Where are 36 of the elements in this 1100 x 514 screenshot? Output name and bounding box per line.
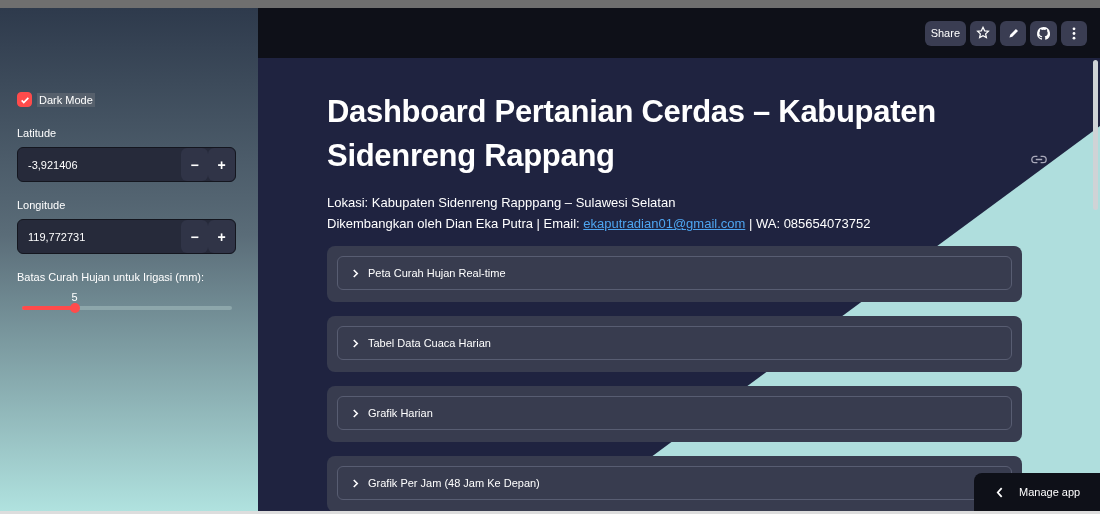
field-label: Longitude	[17, 199, 67, 211]
chevron-icon	[352, 408, 359, 418]
chevron-icon	[352, 268, 359, 278]
chevron-icon	[352, 478, 359, 488]
star-button[interactable]	[970, 20, 996, 46]
chevron-left-icon	[996, 486, 1003, 498]
expander-header[interactable]: Grafik Per Jam (48 Jam Ke Depan)	[337, 466, 1012, 500]
expander-header[interactable]: Grafik Harian	[337, 396, 1012, 430]
expander-label: Grafik Per Jam (48 Jam Ke Depan)	[368, 477, 540, 489]
link-icon[interactable]	[1031, 155, 1047, 164]
expander-header[interactable]: Tabel Data Cuaca Harian	[337, 326, 1012, 360]
page-title: Dashboard Pertanian Cerdas – Kabupaten Sidenreng Rappang	[327, 93, 937, 175]
email-link[interactable]: ekaputradian01@gmail.com	[583, 216, 746, 231]
cat-icon	[1036, 25, 1051, 41]
more-icon	[1072, 26, 1076, 40]
slider-label: Batas Curah Hujan untuk Irigasi (mm):	[17, 271, 206, 283]
scrollbar[interactable]	[1093, 60, 1098, 210]
credit-text: Dikembangkan oleh Dian Eka Putra | Email: ekaputradian01@gmail.com | WA: 085654073752	[327, 215, 872, 233]
field-label: Latitude	[17, 127, 58, 139]
expander-label: Grafik Harian	[368, 407, 433, 419]
star-icon	[976, 26, 990, 40]
checkbox-label: Dark Mode	[37, 92, 95, 107]
manage-app-button[interactable]: Manage app	[974, 473, 1100, 511]
slider-value: 5	[71, 291, 78, 303]
pencil-icon	[1006, 26, 1020, 40]
expander-label: Peta Curah Hujan Real-time	[368, 267, 506, 279]
chevron-icon	[352, 338, 359, 348]
share-button[interactable]: Share	[924, 20, 966, 46]
github-button[interactable]	[1030, 20, 1057, 46]
dark-mode-checkbox[interactable]	[17, 92, 32, 107]
edit-button[interactable]	[1000, 20, 1026, 46]
expander-header[interactable]: Peta Curah Hujan Real-time	[337, 256, 1012, 290]
expander-label: Tabel Data Cuaca Harian	[368, 337, 491, 349]
location-text: Lokasi: Kabupaten Sidenreng Rapppang – Sulawesi Selatan	[327, 194, 677, 212]
slider-thumb[interactable]	[69, 303, 80, 313]
menu-button[interactable]	[1061, 20, 1087, 46]
